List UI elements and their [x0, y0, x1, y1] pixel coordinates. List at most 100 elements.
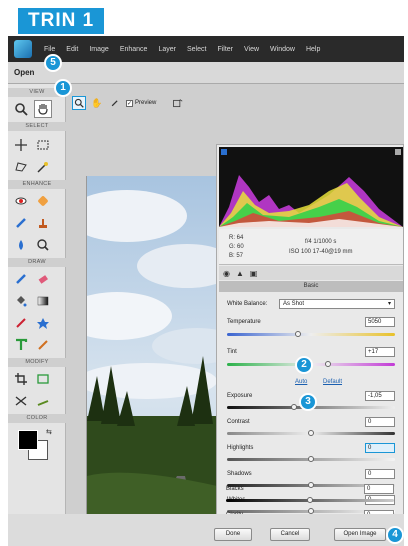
basic-section-header: Basic [219, 281, 403, 292]
menu-help[interactable]: Help [306, 46, 320, 53]
preview-checkbox[interactable]: ✓ [126, 99, 133, 107]
tint-field[interactable]: +17 [365, 347, 395, 357]
cancel-button[interactable]: Cancel [270, 528, 310, 541]
swap-colors-icon[interactable]: ⇆ [46, 428, 52, 436]
open-image-button[interactable]: Open Image [334, 528, 386, 541]
color-picker-icon[interactable] [12, 314, 30, 332]
menu-enhance[interactable]: Enhance [120, 46, 148, 53]
pencil-tool-icon[interactable] [34, 336, 52, 354]
highlights-thumb[interactable] [308, 456, 314, 462]
camera-settings: f/4 1/1000 s ISO 100 17-40@19 mm [289, 237, 352, 257]
callout-4: 4 [386, 526, 404, 544]
temperature-slider[interactable] [227, 331, 395, 337]
preview-toggle[interactable]: ✓ Preview [126, 99, 157, 107]
menu-edit[interactable]: Edit [66, 46, 78, 53]
spot-healing-icon[interactable] [34, 192, 52, 210]
white-balance-label: White Balance: [227, 301, 268, 307]
rgb-r: R: 64 [229, 235, 244, 241]
photo-preview[interactable] [86, 176, 216, 532]
zoom-tool-icon[interactable] [12, 100, 30, 118]
hand-icon[interactable]: ✋ [90, 96, 104, 110]
dialog-title: Open [14, 68, 35, 77]
blacks-thumb[interactable] [307, 497, 313, 503]
foreground-color-swatch-top [18, 430, 38, 450]
tab-detail-icon[interactable]: ▲ [236, 269, 244, 278]
default-link[interactable]: Default [323, 379, 342, 385]
marquee-tool-icon[interactable] [34, 136, 52, 154]
exposure-thumb[interactable] [291, 404, 298, 410]
white-balance-eyedropper-icon[interactable] [108, 96, 122, 110]
callout-3: 3 [299, 393, 317, 411]
screenshot: TRIN 1 File Edit Image Enhance Layer Sel… [0, 0, 408, 546]
blacks-slider[interactable] [226, 497, 394, 503]
done-button[interactable]: Done [214, 528, 252, 541]
smart-brush-icon[interactable] [12, 214, 30, 232]
menu-window[interactable]: Window [270, 46, 295, 53]
recompose-tool-icon[interactable] [34, 370, 52, 388]
temperature-thumb[interactable] [294, 331, 301, 337]
exposure-field[interactable]: -1,05 [365, 391, 395, 401]
camera-raw-dialog: ✋ ✓ Preview R: 64 G: 60 B: 57 f/4 1/1000… [66, 84, 404, 532]
histogram [219, 147, 403, 227]
custom-shape-icon[interactable] [34, 314, 52, 332]
red-eye-tool-icon[interactable] [12, 192, 30, 210]
rgb-g: G: 60 [229, 244, 244, 250]
blacks-label: Blacks [226, 486, 244, 492]
tab-camera-calibration-icon[interactable]: ▣ [250, 269, 258, 278]
move-tool-icon[interactable] [12, 136, 30, 154]
app-logo-icon [14, 40, 32, 58]
camera-exposure: f/4 1/1000 s [305, 239, 337, 245]
menu-view[interactable]: View [244, 46, 259, 53]
editor-window: File Edit Image Enhance Layer Select Fil… [8, 36, 404, 546]
image-info: R: 64 G: 60 B: 57 f/4 1/1000 s ISO 100 1… [219, 229, 403, 265]
tab-basic-icon[interactable]: ◉ [223, 269, 230, 278]
panel-tabs: ◉ ▲ ▣ [219, 266, 403, 280]
callout-2: 2 [295, 356, 313, 374]
chevron-down-icon: ▾ [387, 301, 391, 307]
adjustment-panel: R: 64 G: 60 B: 57 f/4 1/1000 s ISO 100 1… [216, 144, 404, 532]
contrast-field[interactable]: 0 [365, 417, 395, 427]
blacks-field[interactable]: 0 [364, 484, 394, 494]
temperature-field[interactable]: 5050 [365, 317, 395, 327]
temperature-label: Temperature [227, 319, 261, 325]
shadows-field[interactable]: 0 [365, 469, 395, 479]
clone-stamp-icon[interactable] [34, 214, 52, 232]
contrast-slider[interactable] [227, 430, 395, 436]
rotate-icon[interactable] [170, 96, 184, 110]
rgb-readout: R: 64 G: 60 B: 57 [229, 234, 244, 261]
menu-image[interactable]: Image [89, 46, 108, 53]
paint-bucket-icon[interactable] [12, 292, 30, 310]
menu-file[interactable]: File [44, 46, 55, 53]
blur-tool-icon[interactable] [12, 236, 30, 254]
temperature-row: Temperature 5050 [227, 317, 397, 343]
magic-wand-icon[interactable] [34, 158, 52, 176]
menu-layer[interactable]: Layer [158, 46, 176, 53]
contrast-row: Contrast 0 [227, 417, 397, 441]
sponge-tool-icon[interactable] [34, 236, 52, 254]
highlights-field[interactable]: 0 [365, 443, 395, 453]
straighten-tool-icon[interactable] [34, 392, 52, 410]
type-tool-icon[interactable] [12, 336, 30, 354]
menu-filter[interactable]: Filter [217, 46, 233, 53]
menu-select[interactable]: Select [187, 46, 206, 53]
eraser-tool-icon[interactable] [34, 270, 52, 288]
contrast-thumb[interactable] [308, 430, 314, 436]
gradient-tool-icon[interactable] [34, 292, 52, 310]
white-balance-row: White Balance: As Shot ▾ [227, 299, 397, 311]
toolbox: VIEW SELECT ENHANCE DRAW MODIFY COLOR ⇆ [8, 84, 66, 532]
auto-link[interactable]: Auto [295, 379, 307, 385]
blacks-row: Blacks 0 [226, 484, 396, 508]
tint-thumb[interactable] [324, 361, 331, 367]
content-aware-move-icon[interactable] [12, 392, 30, 410]
highlights-slider[interactable] [227, 456, 395, 462]
brush-tool-icon[interactable] [12, 270, 30, 288]
crop-tool-icon[interactable] [12, 370, 30, 388]
zoom-icon[interactable] [72, 96, 86, 110]
rgb-b: B: 57 [229, 253, 244, 259]
callout-1: 1 [54, 79, 72, 97]
lasso-tool-icon[interactable] [12, 158, 30, 176]
hand-tool-icon[interactable] [34, 100, 52, 118]
preview-label: Preview [135, 100, 157, 106]
menu-items: File Edit Image Enhance Layer Select Fil… [44, 46, 320, 53]
white-balance-select[interactable]: As Shot ▾ [279, 299, 395, 309]
